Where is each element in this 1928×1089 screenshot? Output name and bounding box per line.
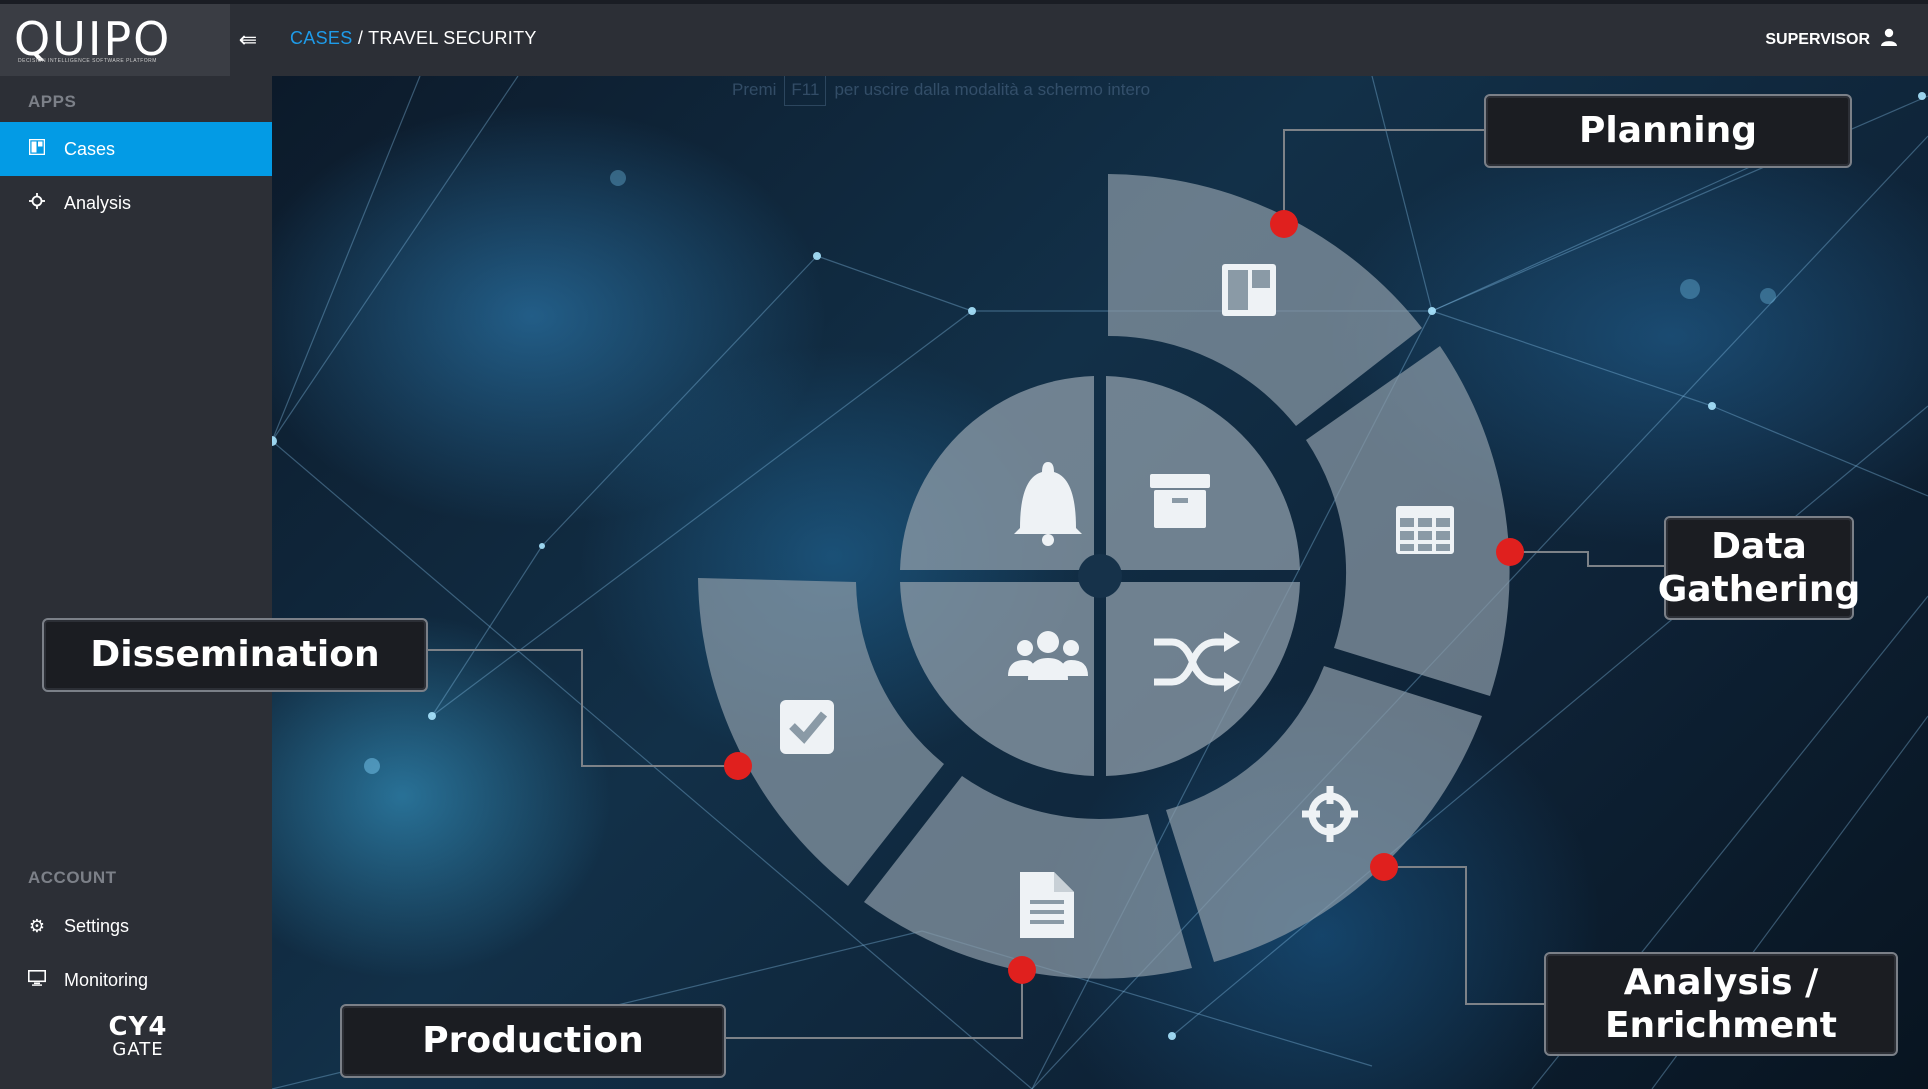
monitor-icon: [26, 969, 48, 991]
marker-data-gathering: [1496, 538, 1524, 566]
header-bar: CASES / TRAVEL SECURITY SUPERVISOR: [272, 4, 1928, 76]
crosshair-icon: [26, 192, 48, 214]
stage-label-text: Dissemination: [90, 634, 380, 676]
user-name: SUPERVISOR: [1765, 30, 1870, 48]
user-menu[interactable]: SUPERVISOR: [1765, 28, 1898, 51]
marker-analysis: [1370, 853, 1398, 881]
stage-label-text: Analysis /: [1623, 961, 1819, 1003]
collapse-sidebar-button[interactable]: ⇚: [234, 26, 262, 54]
sidebar-item-monitoring[interactable]: Monitoring: [0, 953, 272, 1007]
footer-logo-bottom: GATE: [112, 1039, 164, 1060]
core-top-left: [900, 376, 1094, 570]
gears-icon: ⚙: [28, 915, 46, 936]
marker-production: [1008, 956, 1036, 984]
table-grid-icon: [1396, 506, 1454, 554]
footer-logo-top: CY4: [108, 1012, 168, 1042]
account-heading: ACCOUNT: [28, 868, 117, 887]
sidebar: QUIPO DECISION INTELLIGENCE SOFTWARE PLA…: [0, 4, 272, 1089]
breadcrumb-cases-link[interactable]: CASES: [290, 28, 353, 48]
stage-label-data-gathering[interactable]: Data Gathering: [1658, 516, 1860, 620]
sidebar-item-settings[interactable]: ⚙ Settings: [0, 899, 272, 953]
dissemination-checkbox-icon: [780, 700, 834, 754]
planning-board-icon: [1222, 264, 1276, 316]
arrow-collapse-icon: ⇚: [238, 27, 258, 52]
stage-label-text: Data: [1711, 525, 1807, 567]
sidebar-item-analysis[interactable]: Analysis: [0, 176, 272, 230]
breadcrumb: CASES / TRAVEL SECURITY: [290, 28, 537, 49]
breadcrumb-current: TRAVEL SECURITY: [368, 28, 537, 48]
core-top-right: [1106, 376, 1300, 570]
main-canvas: Premi F11 per uscire dalla modalità a sche…: [272, 76, 1928, 1089]
sidebar-item-label: Monitoring: [64, 969, 149, 990]
board-icon: [26, 138, 48, 160]
sidebar-item-label: Settings: [64, 915, 130, 936]
sidebar-item-label: Analysis: [64, 192, 132, 213]
stage-label-text: Production: [422, 1020, 644, 1062]
apps-heading: APPS: [28, 92, 77, 111]
logo[interactable]: QUIPO DECISION INTELLIGENCE SOFTWARE PLA…: [0, 4, 230, 76]
marker-dissemination: [724, 752, 752, 780]
stage-label-analysis-enrichment[interactable]: Analysis / Enrichment: [1544, 952, 1898, 1056]
stage-label-text-2: Enrichment: [1604, 1005, 1838, 1046]
stage-label-dissemination-overlay[interactable]: Dissemination: [42, 618, 428, 692]
stage-label-planning[interactable]: Planning: [1484, 94, 1852, 168]
stage-label-text: Planning: [1578, 110, 1757, 152]
stage-label-text-2: Gathering: [1657, 569, 1861, 610]
marker-planning: [1270, 210, 1298, 238]
app-window: QUIPO DECISION INTELLIGENCE SOFTWARE PLA…: [0, 0, 1928, 1089]
sidebar-item-cases[interactable]: Cases: [0, 122, 272, 176]
user-icon: [1880, 28, 1898, 51]
breadcrumb-separator: /: [357, 28, 364, 48]
archive-icon: [1150, 474, 1210, 528]
stage-label-production[interactable]: Production: [340, 1004, 726, 1078]
logo-tagline: DECISION INTELLIGENCE SOFTWARE PLATFORM: [18, 58, 157, 64]
cy4gate-logo: CY4 GATE: [98, 1014, 178, 1060]
sidebar-item-label: Cases: [64, 138, 116, 159]
